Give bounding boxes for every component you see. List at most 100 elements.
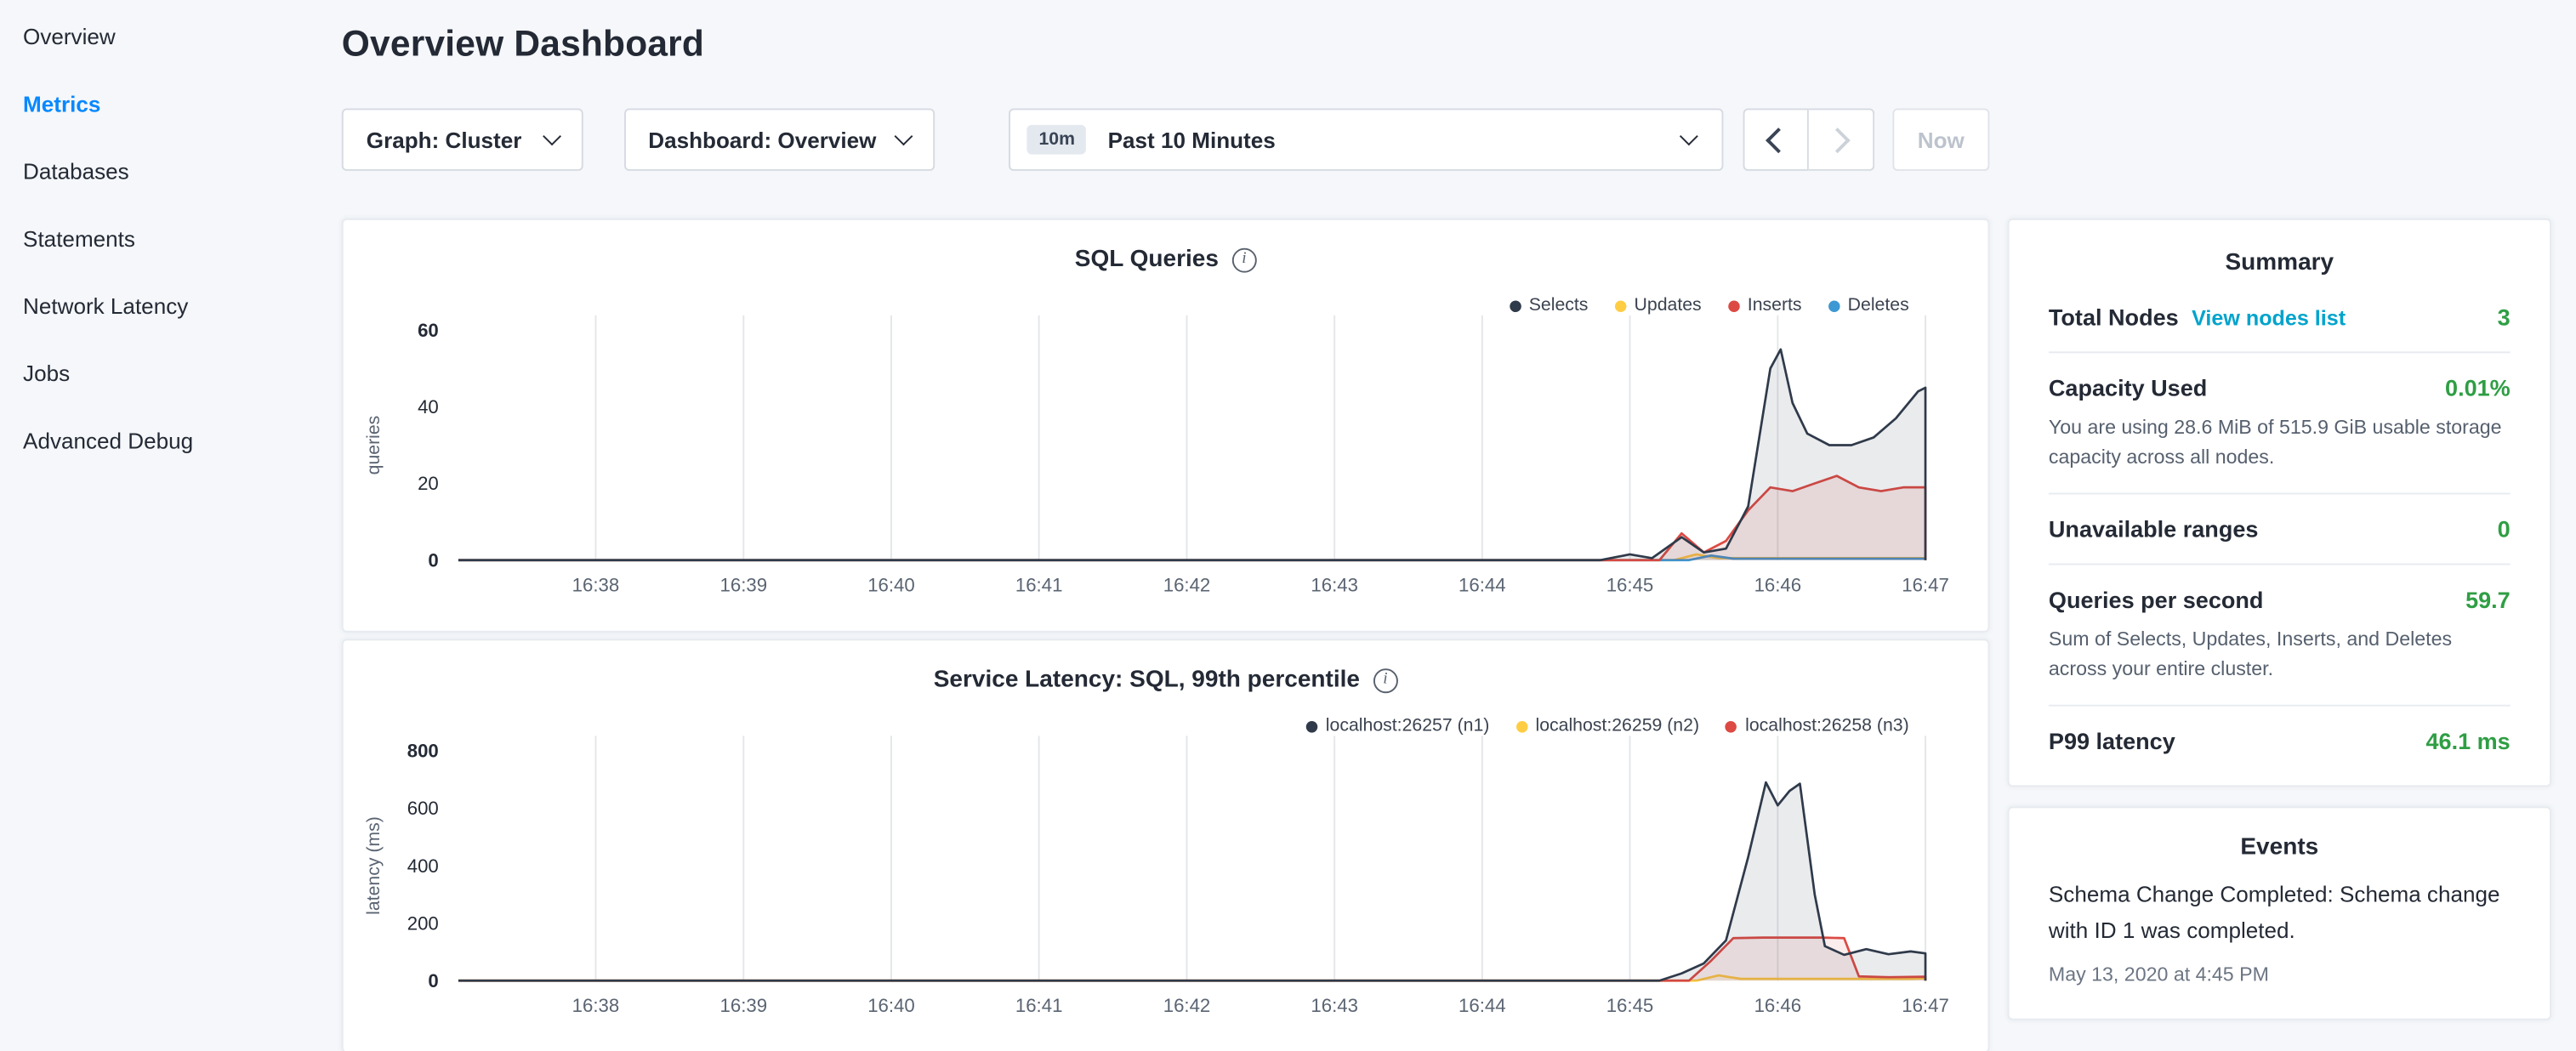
chart-title: SQL Queries i [344, 247, 1988, 273]
chevron-left-icon [1766, 127, 1792, 152]
x-tick-label: 16:38 [572, 574, 620, 595]
y-axis-title: latency (ms) [363, 816, 384, 915]
legend-item: Deletes [1828, 296, 1908, 315]
legend-dot-icon [1828, 300, 1840, 312]
legend-label: Inserts [1748, 296, 1802, 315]
y-tick-label: 20 [418, 473, 439, 494]
x-tick-label: 16:40 [867, 574, 915, 595]
graph-dropdown-label: Graph: Cluster [367, 128, 522, 152]
service-latency-chart-canvas[interactable]: 16:3816:3916:4016:4116:4216:4316:4416:45… [344, 640, 1992, 1051]
y-axis-title: queries [363, 416, 384, 475]
legend-label: Deletes [1848, 296, 1909, 315]
sql-queries-chart-canvas[interactable]: 16:3816:3916:4016:4116:4216:4316:4416:45… [344, 220, 1992, 634]
legend-dot-icon [1728, 300, 1740, 312]
legend-label: localhost:26257 (n1) [1326, 716, 1490, 736]
legend-dot-icon [1515, 720, 1527, 732]
x-tick-label: 16:44 [1459, 995, 1506, 1016]
sidebar-item-metrics[interactable]: Metrics [0, 71, 328, 138]
page-title: Overview Dashboard [342, 23, 1990, 65]
time-range-label: Past 10 Minutes [1108, 128, 1276, 152]
time-range-badge: 10m [1027, 125, 1087, 155]
x-tick-label: 16:47 [1902, 995, 1949, 1016]
prev-range-button[interactable] [1743, 108, 1808, 170]
legend-item: localhost:26258 (n3) [1726, 716, 1909, 736]
x-tick-label: 16:42 [1163, 995, 1211, 1016]
x-tick-label: 16:47 [1902, 574, 1949, 595]
chevron-down-icon [895, 127, 913, 145]
x-tick-label: 16:43 [1311, 995, 1358, 1016]
y-tick-label: 60 [418, 320, 439, 341]
x-tick-label: 16:39 [720, 574, 768, 595]
next-range-button[interactable] [1809, 108, 1874, 170]
app-window: Overview Metrics Databases Statements Ne… [0, 0, 2576, 1051]
view-nodes-list-link[interactable]: View nodes list [2192, 305, 2346, 330]
sidebar-item-advanced-debug[interactable]: Advanced Debug [0, 407, 328, 474]
x-tick-label: 16:41 [1015, 574, 1063, 595]
summary-row-total-nodes: Total Nodes View nodes list 3 [2049, 282, 2511, 353]
sidebar-item-overview[interactable]: Overview [0, 3, 328, 71]
x-tick-label: 16:46 [1754, 995, 1802, 1016]
summary-row-unavailable-ranges: Unavailable ranges 0 [2049, 494, 2511, 565]
chart-title-text: SQL Queries [1075, 247, 1219, 273]
legend-item: Updates [1614, 296, 1701, 315]
legend-label: Selects [1529, 296, 1589, 315]
summary-panel: Summary Total Nodes View nodes list 3 Ca… [2008, 219, 2551, 787]
event-timestamp: May 13, 2020 at 4:45 PM [2049, 962, 2511, 985]
sql-queries-chart-card: SQL Queries i Selects Updates Inserts Delet… [342, 219, 1990, 633]
event-item: Schema Change Completed: Schema change w… [2049, 878, 2511, 986]
graph-dropdown[interactable]: Graph: Cluster [342, 108, 583, 170]
time-pager [1743, 108, 1874, 170]
sidebar-item-network-latency[interactable]: Network Latency [0, 273, 328, 340]
summary-value: 59.7 [2465, 587, 2511, 613]
x-tick-label: 16:45 [1606, 995, 1654, 1016]
chart-legend: Selects Updates Inserts Deletes [1510, 296, 1909, 315]
legend-label: localhost:26259 (n2) [1535, 716, 1699, 736]
time-range-selector[interactable]: 10m Past 10 Minutes [1009, 108, 1724, 170]
summary-label: Total Nodes [2049, 304, 2179, 330]
dashboard-page: Overview Metrics Databases Statements Ne… [0, 0, 2576, 1051]
chevron-down-icon [1680, 127, 1698, 145]
legend-dot-icon [1726, 720, 1737, 732]
chart-title: Service Latency: SQL, 99th percentile i [344, 667, 1988, 693]
sidebar-item-jobs[interactable]: Jobs [0, 340, 328, 407]
info-icon[interactable]: i [1373, 668, 1397, 692]
summary-label: Unavailable ranges [2049, 516, 2259, 543]
sidebar-item-databases[interactable]: Databases [0, 138, 328, 205]
chevron-down-icon [542, 127, 560, 145]
summary-row-queries-per-second: Queries per second 59.7 Sum of Selects, … [2049, 565, 2511, 707]
x-tick-label: 16:46 [1754, 574, 1802, 595]
summary-label: Queries per second [2049, 587, 2264, 613]
now-button[interactable]: Now [1892, 108, 1989, 170]
series-line [458, 782, 1925, 980]
legend-dot-icon [1306, 720, 1318, 732]
y-tick-label: 0 [428, 549, 438, 571]
series-line [458, 349, 1925, 560]
chart-legend: localhost:26257 (n1) localhost:26259 (n2)… [1306, 716, 1909, 736]
sidebar: Overview Metrics Databases Statements Ne… [0, 0, 328, 474]
summary-title: Summary [2049, 250, 2511, 276]
chart-title-text: Service Latency: SQL, 99th percentile [934, 667, 1360, 693]
legend-item: Inserts [1728, 296, 1802, 315]
x-tick-label: 16:44 [1459, 574, 1506, 595]
info-icon[interactable]: i [1231, 247, 1256, 272]
legend-item: Selects [1510, 296, 1589, 315]
summary-row-p99-latency: P99 latency 46.1 ms [2049, 707, 2511, 775]
y-tick-label: 800 [407, 741, 439, 762]
summary-label: Capacity Used [2049, 374, 2207, 401]
right-panel: Summary Total Nodes View nodes list 3 Ca… [2008, 219, 2551, 1020]
events-title: Events [2049, 834, 2511, 861]
y-tick-label: 200 [407, 912, 439, 934]
x-tick-label: 16:45 [1606, 574, 1654, 595]
sidebar-item-statements[interactable]: Statements [0, 205, 328, 272]
series-area [458, 782, 1925, 980]
toolbar: Graph: Cluster Dashboard: Overview 10m P… [342, 108, 1990, 170]
dashboard-dropdown[interactable]: Dashboard: Overview [623, 108, 935, 170]
series-line [458, 476, 1925, 560]
summary-label: P99 latency [2049, 728, 2175, 754]
legend-label: Updates [1635, 296, 1702, 315]
x-tick-label: 16:40 [867, 995, 915, 1016]
summary-description: Sum of Selects, Updates, Inserts, and De… [2049, 624, 2511, 684]
summary-description: You are using 28.6 MiB of 515.9 GiB usab… [2049, 412, 2511, 472]
dashboard-dropdown-label: Dashboard: Overview [648, 128, 876, 152]
main-content: Overview Dashboard Graph: Cluster Dashbo… [342, 0, 1990, 1051]
